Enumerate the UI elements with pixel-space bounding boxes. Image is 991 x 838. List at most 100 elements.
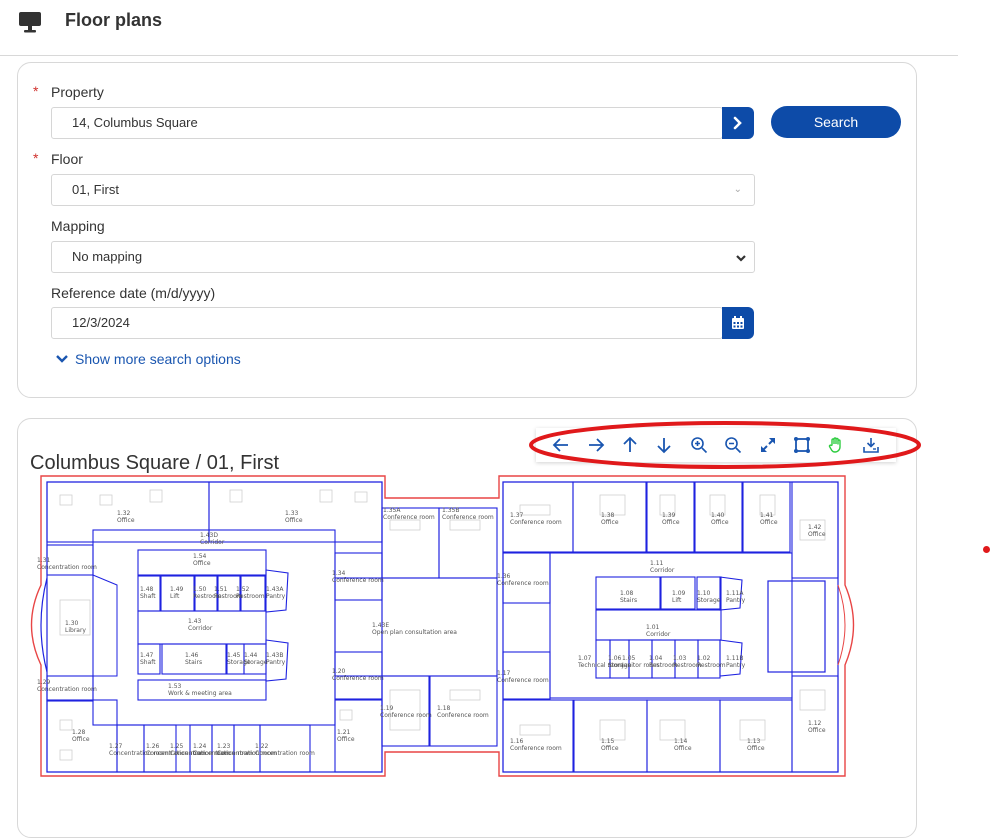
room-number: 1.43 (188, 618, 202, 625)
room-label[interactable]: 1.14 Office (674, 738, 692, 752)
room-number: 1.25 (170, 743, 184, 750)
room-label[interactable]: 1.33 Office (285, 510, 303, 524)
floor-plan-canvas[interactable]: 1.30 Library 1.32 Office 1.33 Office 1.43D Corr… (0, 0, 991, 825)
furniture-item (519, 724, 551, 736)
room-number: 1.40 (711, 512, 725, 519)
select-area-button[interactable] (790, 433, 814, 457)
room-type: Office (117, 517, 135, 524)
room-type: Office (285, 517, 303, 524)
pan-left-button[interactable] (549, 433, 573, 457)
room-label[interactable]: 1.47 Shaft (140, 652, 156, 666)
room-number: 1.26 (146, 743, 160, 750)
room-type: Stairs (185, 659, 202, 666)
room-label[interactable]: 1.38 Office (601, 512, 619, 526)
room-type: Office (601, 519, 619, 526)
room-label[interactable]: 1.43A Pantry (266, 586, 286, 600)
pan-tool-button[interactable] (824, 433, 848, 457)
room-label[interactable]: 1.10 Storage (697, 590, 721, 604)
room-type: Open plan consultation area (372, 629, 457, 636)
room-label[interactable]: 1.37 Conference room (510, 512, 562, 526)
room-label[interactable]: 1.21 Office (337, 729, 355, 743)
furniture-item (59, 719, 73, 731)
room-label[interactable]: 1.29 Concentration room (37, 679, 97, 693)
room-label[interactable]: 1.01 Corridor (646, 624, 671, 638)
room-type: Conference room (332, 577, 384, 584)
room-type: Corridor (188, 625, 213, 632)
room-type: Corridor (200, 539, 225, 546)
room-type: Corridor (650, 567, 675, 574)
pan-down-button[interactable] (652, 433, 676, 457)
room-number: 1.41 (760, 512, 774, 519)
room-type: Storage (697, 597, 721, 604)
zoom-in-button[interactable] (687, 433, 711, 457)
room-label[interactable]: 1.11B Pantry (726, 655, 746, 669)
room-number: 1.38 (601, 512, 615, 519)
room-label[interactable]: 1.09 Lift (672, 590, 686, 604)
room-1.43E (334, 577, 498, 677)
room-type: Pantry (726, 597, 746, 604)
room-label[interactable]: 1.19 Conference room (380, 705, 432, 719)
room-number: 1.10 (697, 590, 711, 597)
room-number: 1.05 (622, 655, 636, 662)
room-label[interactable]: 1.43B Pantry (266, 652, 286, 666)
room-label[interactable]: 1.32 Office (117, 510, 135, 524)
room-label[interactable]: 1.16 Conference room (510, 738, 562, 752)
select-area-icon (793, 437, 810, 453)
fit-to-screen-button[interactable] (756, 433, 780, 457)
room-label[interactable]: 1.43D Corridor (200, 532, 225, 546)
room-1.11 (549, 552, 793, 699)
room-label[interactable]: 1.22 Concentration room (255, 743, 315, 757)
room-label[interactable]: 1.02 Restroom (697, 655, 726, 669)
room-label[interactable]: 1.54 Office (193, 553, 211, 567)
room-label[interactable]: 1.43 Corridor (188, 618, 213, 632)
pan-up-button[interactable] (618, 433, 642, 457)
room-number: 1.53 (168, 683, 182, 690)
room-number: 1.22 (255, 743, 269, 750)
room-label[interactable]: 1.52 Restroom (236, 586, 265, 600)
room-label[interactable]: 1.35B Conference room (442, 507, 494, 521)
room-label[interactable]: 1.43E Open plan consultation area (372, 622, 457, 636)
room-label[interactable]: 1.31 Concentration room (37, 557, 97, 571)
room-number: 1.12 (808, 720, 822, 727)
room-type: Conference room (332, 675, 384, 682)
room-label[interactable]: 1.49 Lift (170, 586, 184, 600)
room-label[interactable]: 1.30 Library (65, 620, 86, 634)
room-number: 1.49 (170, 586, 184, 593)
furniture-item (599, 719, 626, 741)
room-label[interactable]: 1.44 Storage (244, 652, 268, 666)
room-number: 1.04 (649, 655, 663, 662)
zoom-out-button[interactable] (721, 433, 745, 457)
room-number: 1.36 (497, 573, 511, 580)
room-label[interactable]: 1.11A Pantry (726, 590, 746, 604)
room-label[interactable]: 1.46 Stairs (185, 652, 202, 666)
room-number: 1.24 (193, 743, 207, 750)
room-type: Office (193, 560, 211, 567)
room-label[interactable]: 1.28 Office (72, 729, 90, 743)
room-label[interactable]: 1.39 Office (662, 512, 680, 526)
room-label[interactable]: 1.18 Conference room (437, 705, 489, 719)
room-number: 1.34 (332, 570, 346, 577)
room-number: 1.35B (442, 507, 459, 514)
room-label[interactable]: 1.11 Corridor (650, 560, 675, 574)
room-type: Pantry (726, 662, 746, 669)
room-label[interactable]: 1.48 Shaft (140, 586, 156, 600)
room-label[interactable]: 1.17 Conference room (497, 670, 549, 684)
download-button[interactable] (859, 433, 883, 457)
room-label[interactable]: 1.20 Conference room (332, 668, 384, 682)
zoom-out-icon (725, 437, 742, 454)
room-type: Office (662, 519, 680, 526)
room-label[interactable]: 1.36 Conference room (497, 573, 549, 587)
room-label[interactable]: 1.42 Office (808, 524, 826, 538)
room-number: 1.19 (380, 705, 394, 712)
room-label[interactable]: 1.34 Conference room (332, 570, 384, 584)
outer-wall (30, 475, 855, 777)
room-label[interactable]: 1.35A Conference room (383, 507, 435, 521)
room-label[interactable]: 1.12 Office (808, 720, 826, 734)
room-label[interactable]: 1.40 Office (711, 512, 729, 526)
room-number: 1.42 (808, 524, 822, 531)
room-number: 1.15 (601, 738, 615, 745)
room-label[interactable]: 1.08 Stairs (620, 590, 637, 604)
pan-right-button[interactable] (584, 433, 608, 457)
room-type: Office (601, 745, 619, 752)
room-label[interactable]: 1.53 Work & meeting area (168, 683, 232, 697)
